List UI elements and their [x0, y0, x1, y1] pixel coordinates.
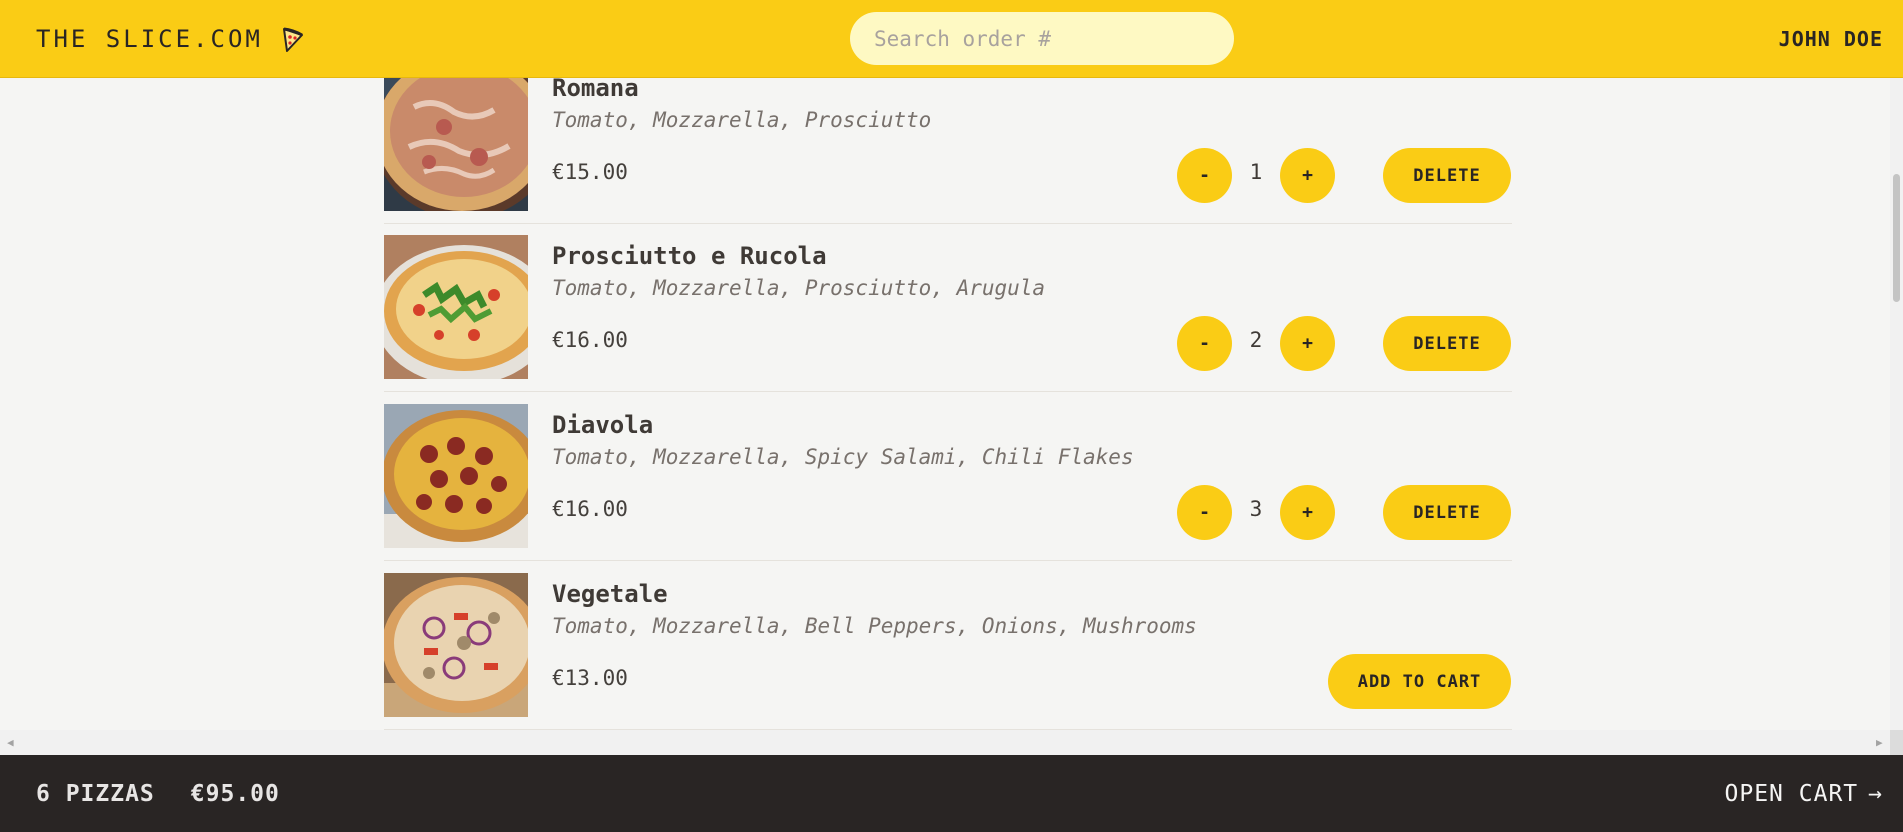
pizza-price: €16.00	[552, 328, 628, 352]
open-cart-link[interactable]: OPEN CART →	[1725, 781, 1883, 807]
pizza-name: Vegetale	[552, 580, 668, 608]
increase-quantity-button[interactable]: +	[1280, 148, 1335, 203]
cart-pizza-count: 6 PIZZAS	[36, 780, 155, 807]
pizza-image	[384, 404, 528, 548]
search-order-input[interactable]	[850, 12, 1234, 65]
vertical-scrollbar[interactable]	[1890, 78, 1903, 730]
vertical-scrollbar-thumb[interactable]	[1893, 174, 1900, 302]
menu-item-diavola: Diavola Tomato, Mozzarella, Spicy Salami…	[384, 393, 1512, 561]
menu-list: Romana Tomato, Mozzarella, Prosciutto €1…	[384, 78, 1512, 730]
increase-quantity-button[interactable]: +	[1280, 316, 1335, 371]
pizza-ingredients: Tomato, Mozzarella, Prosciutto	[552, 108, 932, 132]
scroll-left-icon[interactable]: ◀	[7, 737, 14, 748]
pizza-ingredients: Tomato, Mozzarella, Spicy Salami, Chili …	[552, 445, 1134, 469]
delete-button[interactable]: DELETE	[1383, 485, 1511, 540]
quantity-value: 3	[1249, 497, 1263, 521]
menu-item-vegetale: Vegetale Tomato, Mozzarella, Bell Pepper…	[384, 562, 1512, 730]
cart-summary: 6 PIZZAS €95.00	[36, 781, 280, 807]
decrease-quantity-button[interactable]: -	[1177, 148, 1232, 203]
quantity-value: 2	[1249, 328, 1263, 352]
pizza-name: Prosciutto e Rucola	[552, 242, 827, 270]
pizza-ingredients: Tomato, Mozzarella, Bell Peppers, Onions…	[552, 614, 1197, 638]
pizza-image	[384, 78, 528, 211]
top-header: THE SLICE.COM JOHN DOE	[0, 0, 1903, 78]
scroll-right-icon[interactable]: ▶	[1876, 737, 1883, 748]
quantity-value: 1	[1249, 160, 1263, 184]
pizza-image	[384, 235, 528, 379]
pizza-name: Diavola	[552, 411, 654, 439]
scrollbar-corner	[1890, 730, 1903, 755]
pizza-price: €15.00	[552, 160, 628, 184]
user-name: JOHN DOE	[1778, 26, 1883, 51]
open-cart-label: OPEN CART	[1724, 780, 1859, 807]
logo-text: THE SLICE.COM	[36, 24, 263, 53]
pizza-ingredients: Tomato, Mozzarella, Prosciutto, Arugula	[552, 276, 1046, 300]
delete-button[interactable]: DELETE	[1383, 316, 1511, 371]
decrease-quantity-button[interactable]: -	[1177, 316, 1232, 371]
pizza-price: €16.00	[552, 497, 628, 521]
pizza-image	[384, 573, 528, 717]
horizontal-scrollbar[interactable]: ◀ ▶	[0, 730, 1903, 755]
arrow-right-icon: →	[1868, 780, 1883, 807]
decrease-quantity-button[interactable]: -	[1177, 485, 1232, 540]
cart-overview-bar: 6 PIZZAS €95.00 OPEN CART →	[0, 755, 1903, 832]
menu-item-romana: Romana Tomato, Mozzarella, Prosciutto €1…	[384, 78, 1512, 224]
pizza-name: Romana	[552, 78, 639, 102]
menu-item-prosciutto-e-rucola: Prosciutto e Rucola Tomato, Mozzarella, …	[384, 224, 1512, 392]
pizza-price: €13.00	[552, 666, 628, 690]
cart-total-price: €95.00	[190, 780, 280, 807]
add-to-cart-button[interactable]: ADD TO CART	[1328, 654, 1511, 709]
pizza-slice-icon	[281, 25, 305, 53]
increase-quantity-button[interactable]: +	[1280, 485, 1335, 540]
logo-link[interactable]: THE SLICE.COM	[36, 25, 305, 53]
delete-button[interactable]: DELETE	[1383, 148, 1511, 203]
